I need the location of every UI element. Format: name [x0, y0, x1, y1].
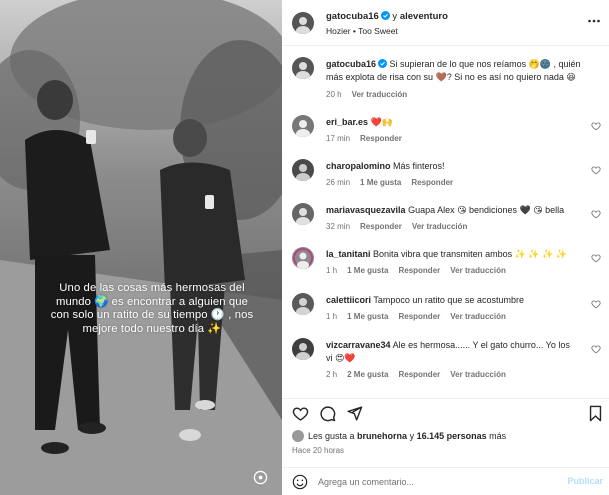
comment-time: 32 min [326, 222, 351, 231]
header-avatar[interactable] [292, 12, 314, 34]
heart-icon[interactable] [292, 405, 309, 422]
likes-user[interactable]: brunehorna [357, 431, 407, 441]
comment-like-heart-icon[interactable] [591, 253, 601, 263]
comment-avatar[interactable] [292, 293, 314, 315]
header-users: gatocuba16 y aleventuro [326, 11, 448, 22]
share-icon[interactable] [346, 405, 363, 422]
comment-like-heart-icon[interactable] [591, 209, 601, 219]
comment-avatar[interactable] [292, 247, 314, 269]
reels-icon[interactable] [253, 470, 268, 485]
post-actions [282, 398, 609, 424]
comment-reply[interactable]: Responder [398, 370, 440, 379]
bookmark-icon[interactable] [587, 405, 604, 422]
comment-text: calettiicori Tampoco un ratito que se ac… [326, 294, 586, 307]
comment-time: 26 min [326, 178, 351, 187]
comment-reply[interactable]: Responder [360, 222, 402, 231]
caption-avatar[interactable] [292, 57, 314, 79]
post-header: gatocuba16 y aleventuro Hozier • Too Swe… [282, 0, 609, 46]
comment-translate[interactable]: Ver traducción [450, 312, 506, 321]
comment-text: mariavasquezavila Guapa Alex 😘 bendicion… [326, 204, 586, 217]
comment-body: Guapa Alex 😘 bendiciones 🖤 😘 bella [408, 205, 565, 215]
comment-translate[interactable]: Ver traducción [450, 370, 506, 379]
liker-avatar [292, 430, 304, 442]
comment-body: Bonita vibra que transmiten ambos ✨ ✨ ✨ … [373, 249, 567, 259]
comment-meta: 1 h 1 Me gusta Responder Ver traducción [326, 312, 516, 321]
comment-reply[interactable]: Responder [398, 312, 440, 321]
header-joiner: y [389, 11, 400, 22]
comment-meta: 1 h 1 Me gusta Responder Ver traducción [326, 266, 516, 275]
comment-text: charopalomino Más finteros! [326, 160, 586, 173]
likes-summary[interactable]: Les gusta a brunehorna y 16.145 personas… [292, 430, 506, 442]
comment-avatar[interactable] [292, 203, 314, 225]
caption-user[interactable]: gatocuba16 [326, 59, 376, 69]
comment-icon[interactable] [319, 405, 336, 422]
post-time: Hace 20 horas [292, 446, 345, 455]
comment-like-heart-icon[interactable] [591, 344, 601, 354]
comment-avatar[interactable] [292, 159, 314, 181]
comment-user[interactable]: mariavasquezavila [326, 205, 406, 215]
comment-user[interactable]: vizcarravane34 [326, 340, 391, 350]
add-comment-bar: Publicar [282, 467, 609, 495]
header-user2[interactable]: aleventuro [400, 11, 448, 22]
comment-user[interactable]: eri_bar.es [326, 117, 368, 127]
comment-time: 1 h [326, 266, 338, 275]
header-user1[interactable]: gatocuba16 [326, 11, 379, 22]
verified-icon [380, 11, 390, 20]
comment-time: 1 h [326, 312, 338, 321]
comment-time: 2 h [326, 370, 338, 379]
comment-translate[interactable]: Ver traducción [412, 222, 468, 231]
likes-suffix: más [486, 431, 507, 441]
comment-likes[interactable]: 1 Me gusta [347, 312, 388, 321]
comment-likes[interactable]: 2 Me gusta [347, 370, 388, 379]
media-caption-overlay: Uno de las cosas más hermosas del mundo … [50, 282, 254, 335]
post-panel: gatocuba16 y aleventuro Hozier • Too Swe… [282, 0, 609, 495]
comment-meta: 2 h 2 Me gusta Responder Ver traducción [326, 370, 516, 379]
comment-body: ❤️🙌 [370, 117, 393, 127]
comment-text: vizcarravane34 Ale es hermosa...... Y el… [326, 339, 576, 364]
comment-user[interactable]: charopalomino [326, 161, 391, 171]
comment-meta: 32 min Responder Ver traducción [326, 222, 477, 231]
comment-meta: 17 min Responder [326, 134, 412, 143]
comment-like-heart-icon[interactable] [591, 299, 601, 309]
comment-text: la_tanitani Bonita vibra que transmiten … [326, 248, 586, 261]
header-song[interactable]: Hozier • Too Sweet [326, 26, 398, 36]
more-icon[interactable] [587, 14, 601, 28]
comment-meta: 26 min 1 Me gusta Responder [326, 178, 463, 187]
likes-prefix: Les gusta a [308, 431, 358, 441]
emoji-icon[interactable] [292, 474, 308, 490]
comment-avatar[interactable] [292, 115, 314, 137]
likes-mid: y [407, 431, 417, 441]
comment-reply[interactable]: Responder [398, 266, 440, 275]
verified-icon [378, 59, 388, 68]
comment-body: Más finteros! [393, 161, 445, 171]
comment-input[interactable] [318, 475, 548, 489]
comment-body: Tampoco un ratito que se acostumbre [373, 295, 524, 305]
comment-translate[interactable]: Ver traducción [450, 266, 506, 275]
comment-user[interactable]: la_tanitani [326, 249, 371, 259]
post-media[interactable]: Uno de las cosas más hermosas del mundo … [0, 0, 282, 495]
caption-translate[interactable]: Ver traducción [352, 90, 408, 99]
post-photo [0, 0, 282, 495]
comment-like-heart-icon[interactable] [591, 121, 601, 131]
publish-button[interactable]: Publicar [567, 476, 603, 486]
comment-time: 17 min [326, 134, 351, 143]
caption-time: 20 h [326, 90, 342, 99]
comment-likes[interactable]: 1 Me gusta [347, 266, 388, 275]
caption-meta: 20 h Ver traducción [326, 90, 417, 99]
likes-count[interactable]: 16.145 personas [417, 431, 487, 441]
comment-text: eri_bar.es ❤️🙌 [326, 116, 586, 129]
comment-likes[interactable]: 1 Me gusta [360, 178, 401, 187]
comment-avatar[interactable] [292, 338, 314, 360]
caption-text: gatocuba16 Si supieran de lo que nos reí… [326, 58, 586, 83]
comment-user[interactable]: calettiicori [326, 295, 371, 305]
comment-reply[interactable]: Responder [360, 134, 402, 143]
comment-like-heart-icon[interactable] [591, 165, 601, 175]
comment-reply[interactable]: Responder [411, 178, 453, 187]
